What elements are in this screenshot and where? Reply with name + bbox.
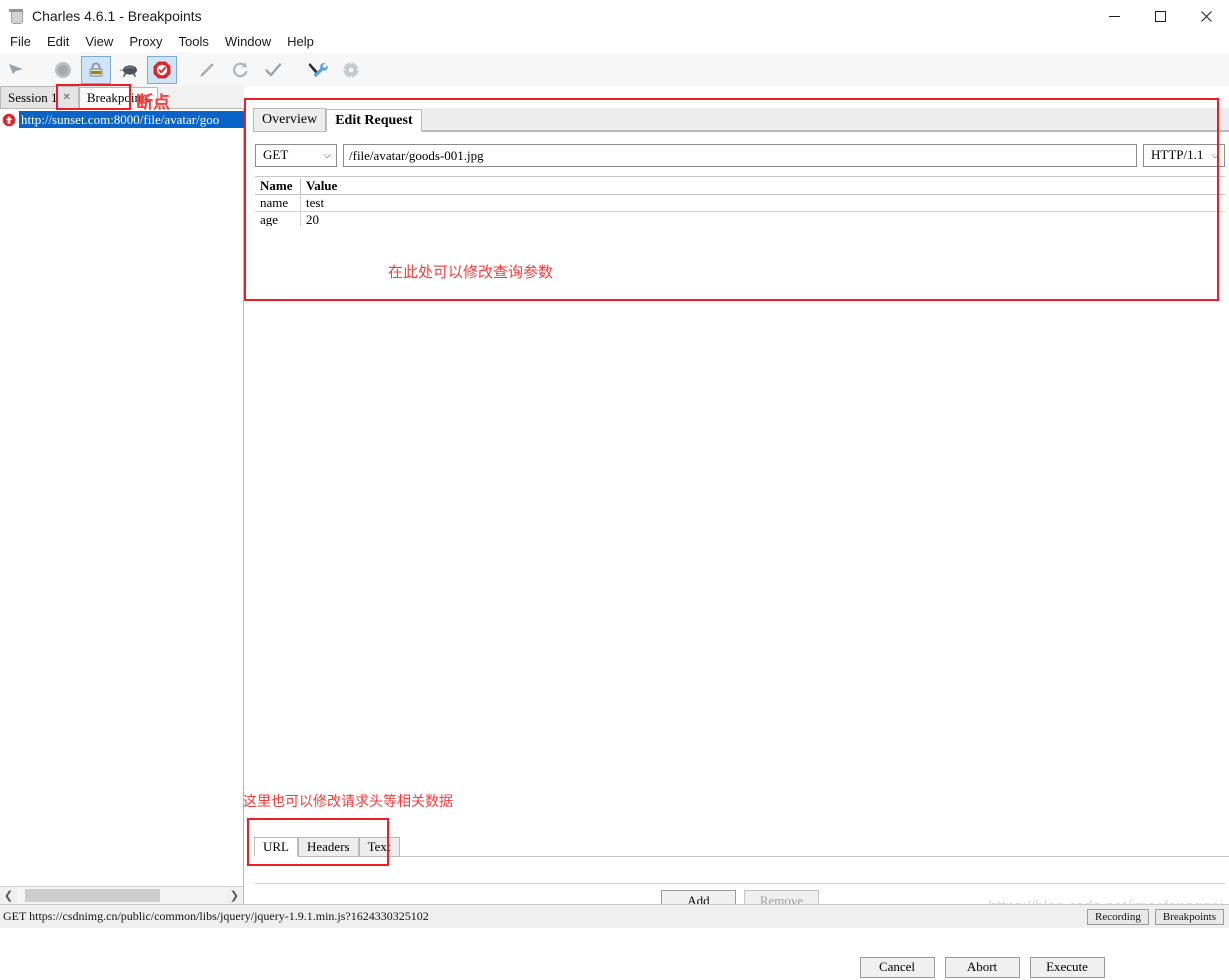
query-params-table: Name Value name test age 20 — [255, 176, 1225, 229]
table-header-row: Name Value — [255, 177, 1225, 195]
cancel-button[interactable]: Cancel — [859, 956, 935, 978]
menu-item-view[interactable]: View — [77, 33, 121, 51]
breakpoint-url: http://sunset.com:8000/file/avatar/goo — [19, 111, 244, 128]
sub-tab-text[interactable]: Text — [358, 837, 400, 857]
maximize-icon[interactable] — [1137, 0, 1183, 32]
sub-tab-url-label: URL — [263, 839, 289, 854]
chevron-down-icon: ⌵ — [1211, 149, 1219, 161]
http-version-dropdown[interactable]: HTTP/1.1 ⌵ — [1143, 143, 1225, 167]
method-value: GET — [263, 147, 289, 162]
session-tab-strip: Session 1 ✕ Breakpoints — [0, 86, 244, 109]
footer-actions: Cancel Abort Execute — [490, 954, 1229, 980]
status-badge-breakpoints[interactable]: Breakpoints — [1154, 908, 1224, 925]
menu-item-tools[interactable]: Tools — [171, 33, 217, 51]
request-line: GET ⌵ /file/avatar/goods-001.jpg HTTP/1.… — [255, 143, 1225, 167]
session-panel: Session 1 ✕ Breakpoints http://sunset.co… — [0, 86, 244, 904]
sub-tab-headers-label: Headers — [307, 839, 350, 854]
abort-button[interactable]: Abort — [944, 956, 1020, 978]
clear-session-icon[interactable] — [3, 56, 33, 84]
edit-request-panel: Overview Edit Request GET ⌵ /file/avatar… — [245, 86, 1229, 978]
scroll-left-arrow-icon[interactable]: ❮ — [0, 887, 17, 904]
session-tab-label: Session 1 — [8, 89, 58, 105]
http-version-value: HTTP/1.1 — [1151, 147, 1204, 162]
menu-bar: File Edit View Proxy Tools Window Help — [0, 32, 1229, 51]
menu-item-edit[interactable]: Edit — [39, 33, 77, 51]
tools-icon[interactable] — [303, 56, 333, 84]
status-bar: GET https://csdnimg.cn/public/common/lib… — [0, 904, 1229, 928]
menu-item-proxy[interactable]: Proxy — [121, 33, 170, 51]
menu-item-file[interactable]: File — [2, 33, 39, 51]
session-tab-close-icon[interactable]: ✕ — [62, 92, 70, 103]
settings-gear-icon[interactable] — [336, 56, 366, 84]
method-dropdown[interactable]: GET ⌵ — [255, 143, 337, 167]
request-tab-strip: Overview Edit Request — [253, 108, 1229, 132]
column-header-name: Name — [255, 177, 301, 194]
sub-tab-headers[interactable]: Headers — [298, 837, 359, 857]
session-tab-breakpoints[interactable]: Breakpoints — [78, 87, 158, 109]
window-title: Charles 4.6.1 - Breakpoints — [32, 8, 202, 24]
breakpoints-stop-icon[interactable] — [147, 55, 177, 84]
menu-item-help[interactable]: Help — [279, 33, 322, 51]
sub-tab-url[interactable]: URL — [254, 837, 298, 857]
toolbar — [0, 53, 1229, 87]
scroll-track[interactable] — [17, 887, 226, 904]
tab-edit-request-label: Edit Request — [335, 112, 413, 128]
minimize-icon[interactable] — [1091, 0, 1137, 32]
column-header-value: Value — [306, 177, 338, 193]
session-horizontal-scrollbar[interactable]: ❮ ❯ — [0, 886, 243, 904]
breakpoint-list-item[interactable]: http://sunset.com:8000/file/avatar/goo — [0, 111, 244, 128]
scroll-thumb[interactable] — [25, 889, 160, 902]
charles-window: Charles 4.6.1 - Breakpoints File Edit Vi… — [0, 0, 1229, 978]
tab-overview-label: Overview — [262, 112, 318, 127]
status-badge-recording[interactable]: Recording — [1087, 908, 1149, 925]
record-icon[interactable] — [48, 56, 78, 84]
chevron-down-icon: ⌵ — [323, 149, 331, 161]
close-icon[interactable] — [1183, 0, 1229, 32]
throttle-turtle-icon[interactable] — [114, 56, 144, 84]
menu-item-window[interactable]: Window — [217, 33, 279, 51]
tab-strip-filler — [421, 108, 1229, 131]
window-controls — [1091, 0, 1229, 32]
param-value-cell[interactable]: test — [301, 195, 1225, 211]
title-bar: Charles 4.6.1 - Breakpoints — [0, 0, 1229, 32]
compose-pencil-icon[interactable] — [192, 56, 222, 84]
status-request-text: GET https://csdnimg.cn/public/common/lib… — [3, 909, 429, 923]
breakpoint-arrow-icon — [2, 113, 16, 127]
execute-button[interactable]: Execute — [1029, 956, 1105, 978]
tab-edit-request[interactable]: Edit Request — [326, 109, 422, 132]
repeat-refresh-icon[interactable] — [225, 56, 255, 84]
tab-overview[interactable]: Overview — [253, 108, 327, 131]
sub-tab-text-label: Text — [367, 839, 391, 854]
session-tab-label: Breakpoints — [86, 90, 150, 105]
param-name-cell[interactable]: name — [255, 195, 301, 211]
table-empty-area[interactable] — [255, 226, 1225, 884]
throttle-lock-icon[interactable] — [81, 55, 111, 84]
status-indicators: Recording Breakpoints — [1087, 908, 1229, 925]
request-path-input[interactable]: /file/avatar/goods-001.jpg — [343, 143, 1137, 167]
charles-jar-icon — [8, 8, 24, 24]
editor-sub-tab-strip: URL Headers Text — [254, 836, 1229, 857]
session-tab-session-1[interactable]: Session 1 ✕ — [0, 86, 79, 108]
validate-check-icon[interactable] — [258, 56, 288, 84]
table-row[interactable]: name test — [255, 195, 1225, 212]
scroll-right-arrow-icon[interactable]: ❯ — [226, 887, 243, 904]
